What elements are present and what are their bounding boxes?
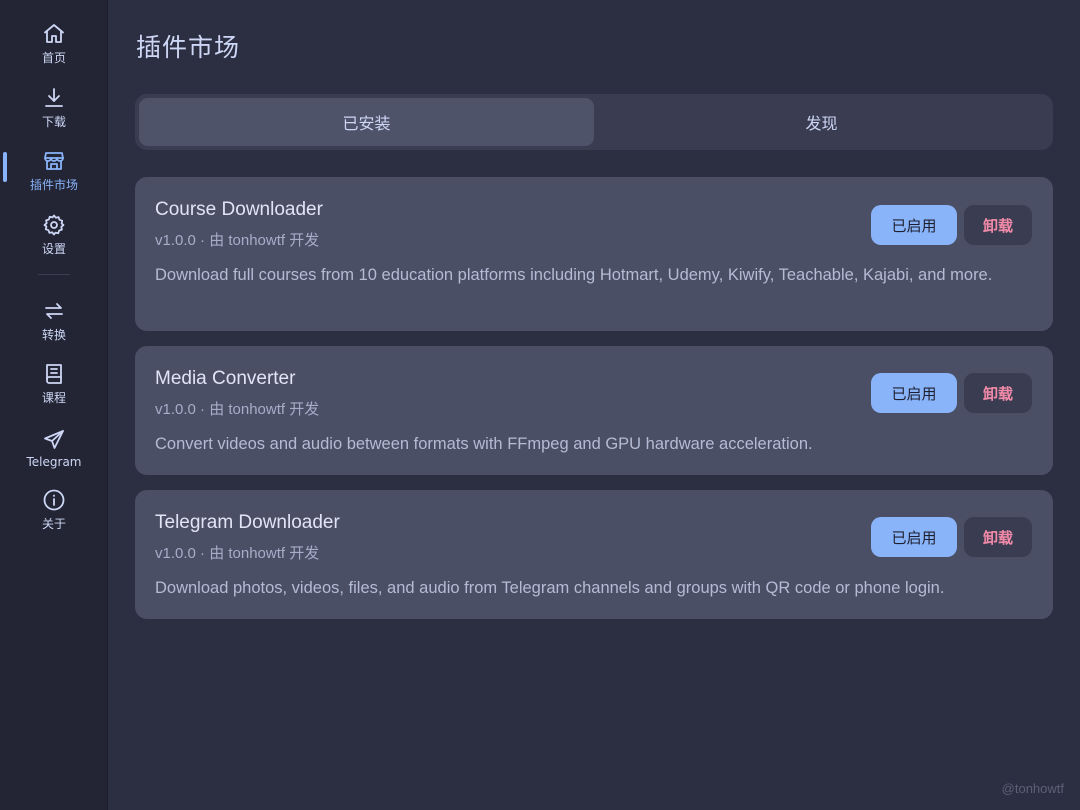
plugin-card: Course Downloader v1.0.0 · 由 tonhowtf 开发… — [135, 177, 1053, 331]
sidebar-item-settings[interactable]: 设置 — [0, 207, 108, 263]
gear-icon — [43, 214, 65, 236]
sidebar-item-courses[interactable]: 课程 — [0, 356, 108, 412]
tab-bar: 已安装 发现 — [135, 94, 1053, 150]
page-title: 插件市场 — [136, 33, 241, 62]
sidebar-item-home[interactable]: 首页 — [0, 16, 108, 72]
uninstall-button[interactable]: 卸载 — [964, 373, 1032, 413]
info-icon — [43, 489, 65, 511]
sidebar-item-label: 插件市场 — [29, 178, 78, 192]
sidebar-item-label: 关于 — [41, 517, 66, 531]
enabled-button[interactable]: 已启用 — [871, 517, 957, 557]
sidebar-item-convert[interactable]: 转换 — [0, 293, 108, 349]
uninstall-button[interactable]: 卸载 — [964, 205, 1032, 245]
book-icon — [46, 364, 62, 384]
swap-icon — [45, 303, 63, 319]
store-icon — [44, 152, 64, 170]
plugin-card: Telegram Downloader v1.0.0 · 由 tonhowtf … — [135, 490, 1053, 619]
download-icon — [45, 88, 63, 107]
plugin-description: Convert videos and audio between formats… — [155, 435, 813, 453]
tab-installed[interactable]: 已安装 — [139, 98, 594, 146]
send-icon — [44, 429, 64, 449]
plugin-description: Download full courses from 10 education … — [155, 266, 993, 284]
enabled-button[interactable]: 已启用 — [871, 373, 957, 413]
sidebar-item-download[interactable]: 下载 — [0, 80, 108, 136]
plugin-card: Media Converter v1.0.0 · 由 tonhowtf 开发 C… — [135, 346, 1053, 475]
sidebar-item-label: 转换 — [41, 328, 66, 342]
sidebar-item-label: 下载 — [41, 115, 66, 129]
sidebar-divider — [38, 274, 70, 275]
sidebar-item-plugin-market[interactable]: 插件市场 — [0, 143, 108, 199]
sidebar-item-about[interactable]: 关于 — [0, 482, 108, 538]
sidebar-item-label: 设置 — [41, 242, 66, 256]
home-icon — [44, 24, 64, 43]
sidebar: 首页 下载 插件市场 设置 转换 课程 Telegram 关于 — [0, 0, 108, 810]
sidebar-item-label: Telegram — [26, 454, 82, 469]
uninstall-button[interactable]: 卸载 — [964, 517, 1032, 557]
tab-discover[interactable]: 发现 — [594, 98, 1049, 146]
sidebar-item-label: 课程 — [41, 391, 66, 405]
sidebar-item-label: 首页 — [41, 51, 66, 65]
watermark: @tonhowtf — [1001, 781, 1064, 796]
plugin-description: Download photos, videos, files, and audi… — [155, 579, 945, 597]
enabled-button[interactable]: 已启用 — [871, 205, 957, 245]
sidebar-item-telegram[interactable]: Telegram — [0, 420, 108, 476]
